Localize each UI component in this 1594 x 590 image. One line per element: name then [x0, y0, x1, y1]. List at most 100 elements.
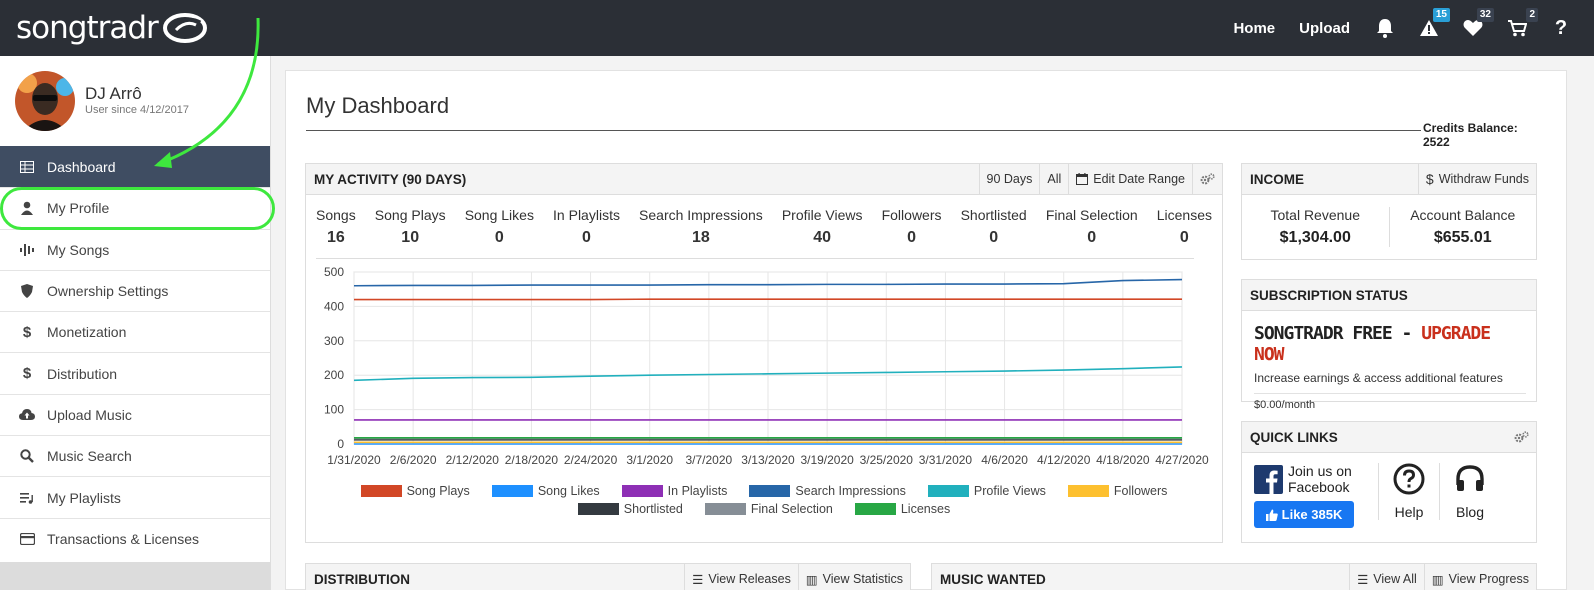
stat-shortlisted: Shortlisted 0 — [961, 207, 1027, 247]
account-balance-label: Account Balance — [1410, 207, 1516, 223]
sidebar-item-music-search[interactable]: Music Search — [0, 435, 270, 476]
range-90-days-button[interactable]: 90 Days — [978, 164, 1040, 194]
facebook-line-2: Facebook — [1288, 479, 1350, 495]
legend-item[interactable]: Song Likes — [491, 484, 600, 498]
sidebar-item-label: My Playlists — [47, 489, 121, 506]
quick-links-settings-button[interactable] — [1507, 422, 1536, 452]
bell-icon[interactable] — [1374, 17, 1396, 39]
stat-value: 0 — [1179, 229, 1189, 246]
sidebar-item-label: My Profile — [47, 200, 110, 217]
stat-label: Song Plays — [374, 207, 446, 223]
legend-swatch — [1067, 485, 1109, 497]
total-revenue: Total Revenue $1,304.00 — [1242, 207, 1389, 247]
facebook-like-label: Like 385K — [1281, 507, 1343, 522]
x-tick-label: 3/1/2020 — [626, 453, 673, 467]
facebook-icon[interactable] — [1254, 464, 1283, 494]
help-question-icon[interactable]: ? — [1550, 17, 1572, 39]
distribution-panel-header: DISTRIBUTION ☰ View Releases ▥ View Stat… — [306, 564, 910, 590]
edit-date-range-button[interactable]: Edit Date Range — [1068, 164, 1192, 194]
stats-divider — [316, 258, 1194, 259]
brand-name: songtradr — [16, 10, 159, 46]
stat-value: 0 — [582, 229, 591, 246]
dollar-icon: $ — [22, 365, 32, 383]
plan-name: SONGTRADR FREE - — [1254, 323, 1422, 344]
avatar[interactable] — [15, 71, 75, 131]
stat-value: 18 — [692, 229, 710, 246]
nav-home-link[interactable]: Home — [1233, 20, 1275, 37]
account-balance-value: $655.01 — [1433, 229, 1492, 246]
quick-links-title: QUICK LINKS — [1250, 429, 1338, 445]
withdraw-funds-button[interactable]: $ Withdraw Funds — [1417, 164, 1536, 194]
legend-swatch — [621, 485, 663, 497]
legend-item[interactable]: Final Selection — [704, 502, 833, 516]
stat-song-likes: Song Likes 0 — [465, 207, 534, 247]
legend-label: Profile Views — [973, 484, 1046, 498]
gears-icon — [1514, 430, 1529, 442]
legend-item[interactable]: Followers — [1067, 484, 1167, 498]
view-statistics-button[interactable]: ▥ View Statistics — [797, 564, 910, 590]
view-releases-button[interactable]: ☰ View Releases — [684, 564, 798, 590]
cart-count-badge: 2 — [1526, 8, 1538, 22]
total-revenue-value: $1,304.00 — [1279, 229, 1351, 246]
range-all-button[interactable]: All — [1039, 164, 1068, 194]
x-tick-label: 3/31/2020 — [919, 453, 973, 467]
stat-label: Licenses — [1156, 207, 1212, 223]
distribution-panel: DISTRIBUTION ☰ View Releases ▥ View Stat… — [305, 563, 911, 590]
headphones-icon — [1456, 465, 1484, 491]
help-circle-icon — [1393, 463, 1425, 495]
x-tick-label: 3/19/2020 — [800, 453, 854, 467]
x-tick-label: 2/12/2020 — [446, 453, 500, 467]
legend-label: Song Likes — [537, 484, 600, 498]
legend-item[interactable]: Search Impressions — [749, 484, 906, 498]
stat-label: Songs — [316, 207, 356, 223]
heart-icon[interactable]: 32 — [1462, 8, 1494, 39]
sidebar-item-transactions-licenses[interactable]: Transactions & Licenses — [0, 517, 270, 559]
nav-upload-link[interactable]: Upload — [1299, 20, 1350, 37]
legend-item[interactable]: Profile Views — [927, 484, 1046, 498]
sidebar-item-distribution[interactable]: $ Distribution — [0, 352, 270, 393]
sidebar-item-upload-music[interactable]: Upload Music — [0, 393, 270, 435]
sidebar-item-label: Upload Music — [47, 406, 132, 423]
legend-swatch — [360, 485, 402, 497]
x-tick-label: 2/6/2020 — [390, 453, 437, 467]
sidebar-item-ownership-settings[interactable]: Ownership Settings — [0, 269, 270, 311]
sidebar-item-my-profile[interactable]: My Profile — [0, 187, 270, 228]
y-tick-label: 200 — [324, 368, 344, 382]
legend-item[interactable]: Song Plays — [360, 484, 470, 498]
view-progress-button[interactable]: ▥ View Progress — [1423, 564, 1536, 590]
view-releases-label: View Releases — [708, 572, 791, 586]
page-title: My Dashboard — [306, 93, 450, 118]
sidebar-item-my-songs[interactable]: My Songs — [0, 228, 270, 270]
activity-panel-header: MY ACTIVITY (90 DAYS) 90 Days All Edit D… — [306, 164, 1222, 195]
chart-legend: Song Plays Song Likes In Playlists Search I… — [306, 484, 1222, 520]
legend-item[interactable]: In Playlists — [621, 484, 727, 498]
alert-icon[interactable]: 15 — [1418, 8, 1450, 39]
activity-stats: Songs 16 Song Plays 10 Song Likes 0 In Play… — [306, 195, 1222, 247]
sidebar-item-monetization[interactable]: $ Monetization — [0, 311, 270, 352]
view-all-button[interactable]: ☰ View All — [1349, 564, 1424, 590]
stat-final-selection: Final Selection 0 — [1046, 207, 1138, 247]
x-tick-label: 1/31/2020 — [327, 453, 381, 467]
quick-link-help[interactable]: Help — [1378, 463, 1425, 520]
facebook-like-button[interactable]: Like 385K — [1254, 501, 1354, 528]
legend-label: Shortlisted — [623, 502, 683, 516]
legend-item[interactable]: Licenses — [854, 502, 950, 516]
sidebar-item-my-playlists[interactable]: My Playlists — [0, 476, 270, 517]
quick-link-blog[interactable]: Blog — [1439, 463, 1486, 520]
subscription-price: $0.00/month — [1254, 393, 1526, 411]
thumbs-up-icon — [1265, 509, 1278, 521]
subscription-panel: SUBSCRIPTION STATUS SONGTRADR FREE - UPG… — [1241, 279, 1537, 411]
stat-song-plays: Song Plays 10 — [375, 207, 446, 247]
credit-card-icon — [18, 530, 36, 548]
list-icon: ☰ — [1357, 572, 1369, 587]
legend-swatch — [577, 503, 619, 515]
shield-icon — [18, 282, 36, 300]
facebook-line-1: Join us on — [1288, 463, 1352, 479]
activity-settings-button[interactable] — [1192, 164, 1222, 194]
legend-swatch — [749, 485, 791, 497]
legend-item[interactable]: Shortlisted — [577, 502, 683, 516]
subscription-title: SUBSCRIPTION STATUS — [1250, 287, 1408, 303]
legend-label: Search Impressions — [795, 484, 906, 498]
sidebar-item-label: My Songs — [47, 241, 110, 258]
cart-icon[interactable]: 2 — [1506, 8, 1538, 39]
